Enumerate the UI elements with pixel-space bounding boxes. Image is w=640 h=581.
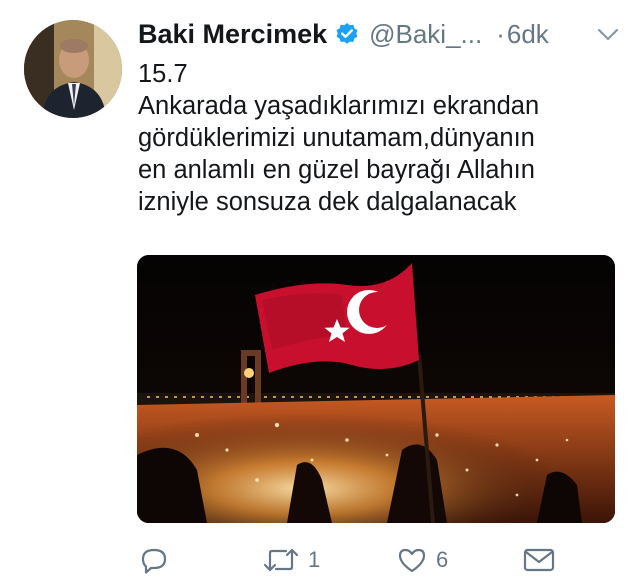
chevron-down-icon[interactable] <box>596 22 620 46</box>
retweet-icon <box>262 544 300 576</box>
tweet-text-line: en anlamlı en güzel bayrağı Allahın <box>138 156 535 184</box>
reply-button[interactable] <box>138 542 170 578</box>
author-handle[interactable]: @Baki_... <box>369 19 482 50</box>
tweet-text-line: izniyle sonsuza dek dalgalanacak <box>138 188 517 216</box>
reply-icon <box>138 544 170 576</box>
author-name[interactable]: Baki Mercimek <box>138 19 327 50</box>
heart-icon <box>396 544 428 576</box>
tweet-header: Baki Mercimek @Baki_... · 6dk <box>138 14 624 54</box>
like-button[interactable]: 6 <box>396 542 448 578</box>
tweet-text: 15.7 Ankarada yaşadıklarımızı ekrandan g… <box>138 58 626 218</box>
tweet-actions: 1 6 <box>138 542 618 578</box>
tweet-timestamp[interactable]: 6dk <box>507 19 549 50</box>
tweet-text-line: Ankarada yaşadıklarımızı ekrandan <box>138 92 540 120</box>
like-count: 6 <box>436 547 449 572</box>
direct-message-button[interactable] <box>522 542 556 578</box>
verified-badge-icon <box>335 22 359 46</box>
separator-dot: · <box>496 18 505 49</box>
retweet-button[interactable]: 1 <box>262 542 320 578</box>
avatar[interactable] <box>24 20 122 118</box>
tweet-text-line: gördüklerimizi unutamam,dünyanın <box>138 124 535 152</box>
tweet-photo[interactable] <box>137 255 615 523</box>
tweet-text-line: 15.7 <box>138 60 188 88</box>
envelope-icon <box>522 544 556 576</box>
retweet-count: 1 <box>308 547 321 572</box>
